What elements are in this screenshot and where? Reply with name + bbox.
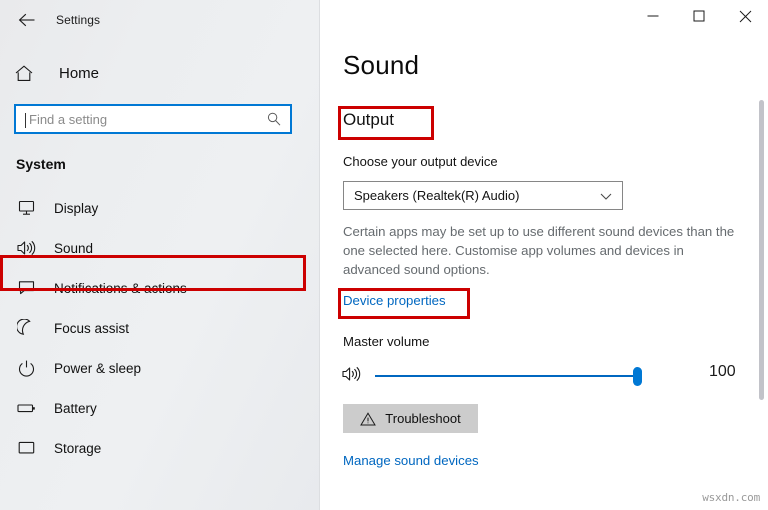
sidebar-item-power-sleep[interactable]: Power & sleep — [0, 348, 320, 388]
settings-window: Settings Home Find a setting — [0, 0, 768, 510]
notification-icon — [16, 277, 38, 299]
sidebar-item-display-label: Display — [54, 201, 98, 216]
power-icon — [16, 357, 38, 379]
search-placeholder: Find a setting — [26, 112, 266, 127]
search-input[interactable]: Find a setting — [14, 104, 292, 134]
master-volume-slider-row: 100 — [341, 362, 741, 390]
chevron-down-icon — [598, 188, 614, 204]
sidebar-item-focus-assist-label: Focus assist — [54, 321, 129, 336]
sidebar-item-battery-label: Battery — [54, 401, 97, 416]
sidebar-item-notifications-label: Notifications & actions — [54, 281, 187, 296]
choose-output-device-label: Choose your output device — [343, 154, 498, 169]
sidebar-item-home-label: Home — [59, 65, 99, 82]
master-volume-slider[interactable] — [375, 365, 641, 387]
home-icon — [14, 64, 44, 83]
sidebar-item-storage[interactable]: Storage — [0, 428, 320, 468]
output-section-heading: Output — [343, 110, 394, 130]
back-arrow-icon — [18, 12, 36, 28]
master-volume-label: Master volume — [343, 334, 429, 349]
master-volume-value: 100 — [709, 363, 736, 381]
text-caret — [25, 113, 26, 128]
device-properties-link[interactable]: Device properties — [343, 293, 446, 308]
sidebar-item-power-sleep-label: Power & sleep — [54, 361, 141, 376]
sidebar-titlebar: Settings — [0, 0, 320, 40]
close-button[interactable] — [722, 0, 768, 32]
back-button[interactable] — [12, 5, 42, 35]
manage-sound-devices-link[interactable]: Manage sound devices — [343, 453, 479, 468]
sidebar-item-notifications[interactable]: Notifications & actions — [0, 268, 320, 308]
warning-triangle-icon — [360, 411, 376, 427]
minimize-button[interactable] — [630, 0, 676, 32]
search-icon[interactable] — [266, 111, 282, 127]
speaker-icon — [16, 237, 38, 259]
output-device-value: Speakers (Realtek(R) Audio) — [354, 188, 598, 203]
maximize-button[interactable] — [676, 0, 722, 32]
search-container: Find a setting — [14, 104, 306, 134]
troubleshoot-button-label: Troubleshoot — [385, 411, 460, 426]
storage-icon — [16, 437, 38, 459]
window-controls — [320, 0, 768, 32]
sidebar-item-sound[interactable]: Sound — [0, 228, 320, 268]
sidebar-item-battery[interactable]: Battery — [0, 388, 320, 428]
sidebar-nav-list: Display Sound — [0, 188, 320, 468]
sidebar: Settings Home Find a setting — [0, 0, 320, 510]
scrollbar-thumb[interactable] — [759, 100, 764, 400]
moon-icon — [16, 317, 38, 339]
slider-thumb[interactable] — [633, 367, 642, 386]
sidebar-item-focus-assist[interactable]: Focus assist — [0, 308, 320, 348]
speaker-icon[interactable] — [341, 365, 363, 387]
output-description: Certain apps may be set up to use differ… — [343, 222, 743, 279]
battery-icon — [16, 397, 38, 419]
troubleshoot-button[interactable]: Troubleshoot — [343, 404, 478, 433]
watermark: wsxdn.com — [702, 491, 760, 504]
sidebar-item-home[interactable]: Home — [0, 54, 320, 92]
window-title: Settings — [56, 13, 100, 27]
page-title: Sound — [343, 50, 419, 81]
output-device-dropdown[interactable]: Speakers (Realtek(R) Audio) — [343, 181, 623, 210]
sidebar-item-sound-label: Sound — [54, 241, 93, 256]
content-pane: Sound Output Choose your output device S… — [320, 0, 768, 510]
sidebar-item-display[interactable]: Display — [0, 188, 320, 228]
monitor-icon — [16, 197, 38, 219]
sidebar-section-title: System — [16, 156, 320, 172]
slider-track — [375, 375, 641, 377]
sidebar-item-storage-label: Storage — [54, 441, 101, 456]
